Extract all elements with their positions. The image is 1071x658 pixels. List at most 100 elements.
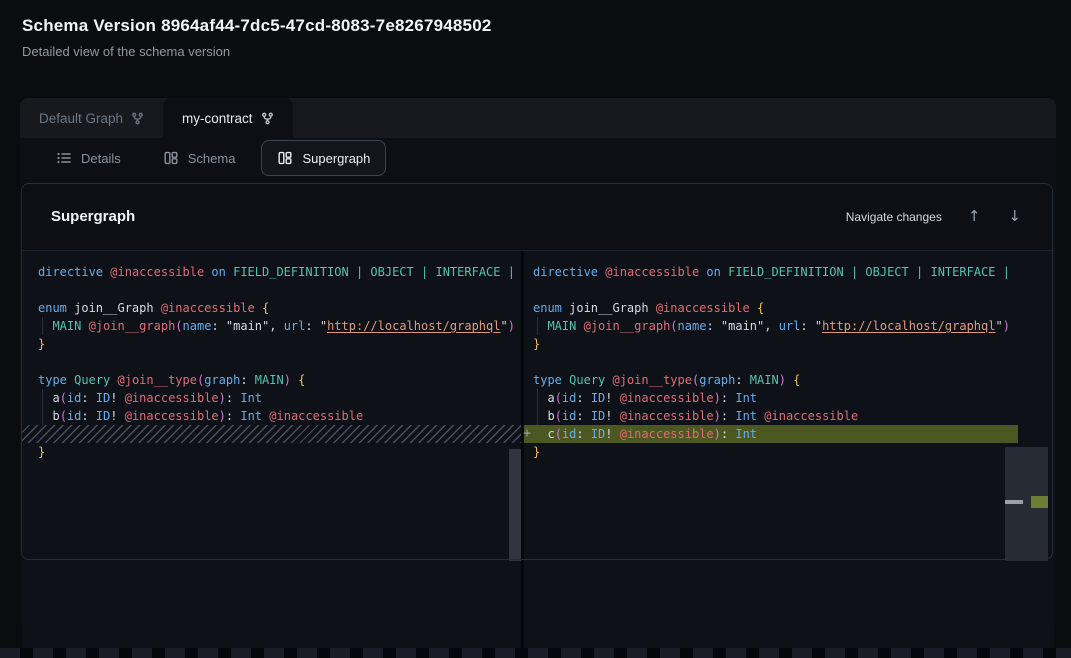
code-token: : [706,319,720,333]
code-token: type [38,373,67,387]
code-token: @inaccessible [620,409,714,423]
code-token: : [576,391,590,405]
code-token [81,319,88,333]
branch-icon [131,112,144,125]
list-icon [56,150,72,166]
minimap[interactable] [1005,251,1048,658]
code-line: type Query @join__type(graph: MAIN) { [524,371,1053,389]
code-line: } [22,443,521,461]
code-token: "main" [721,319,764,333]
code-link[interactable]: http://localhost/graphql [822,319,995,333]
code-token: @inaccessible [656,301,750,315]
code-token: INTERFACE [435,265,500,279]
subtab-label: Schema [188,151,236,166]
code-token: ID [591,427,605,441]
page-title: Schema Version 8964af44-7dc5-47cd-8083-7… [22,16,492,36]
code-token: MAIN [255,373,284,387]
scrollbar-thumb[interactable] [509,449,521,561]
code-line: enum join__Graph @inaccessible { [22,299,521,317]
code-token: OBJECT [865,265,908,279]
code-token: } [533,337,540,351]
tab-label: my-contract [182,111,253,126]
code-token: @join__type [118,373,197,387]
tab-my-contract[interactable]: my-contract [163,98,293,138]
code-token: " [995,319,1002,333]
code-token: @join__graph [584,319,671,333]
code-token: directive [38,265,103,279]
code-token: : [240,373,254,387]
code-token: FIELD_DEFINITION [233,265,349,279]
code-token: : [211,319,225,333]
code-token: ! [605,391,619,405]
code-token: @inaccessible [125,391,219,405]
code-token: directive [533,265,598,279]
code-token: @inaccessible [161,301,255,315]
code-token: : [81,391,95,405]
code-token: " [320,319,327,333]
minimap-cursor-marker [1005,500,1023,504]
navigate-changes: Navigate changes ↑ ↓ [846,207,1023,226]
navigate-previous-button[interactable]: ↑ [966,207,983,226]
subtab-details[interactable]: Details [40,140,137,176]
code-token: : [800,319,814,333]
code-token: join__Graph [67,301,161,315]
code-token: MAIN [750,373,779,387]
code-link[interactable]: http://localhost/graphql [327,319,500,333]
subtab-label: Supergraph [302,151,370,166]
code-line: } [524,443,1053,461]
code-token [750,301,757,315]
schema-version-page: Schema Version 8964af44-7dc5-47cd-8083-7… [0,0,1071,658]
code-token [110,373,117,387]
subtab-schema[interactable]: Schema [147,140,252,176]
code-token: graph [204,373,240,387]
code-token: @inaccessible [605,265,699,279]
code-token: ! [110,391,124,405]
code-token: ( [60,409,67,423]
subtab-supergraph[interactable]: Supergraph [261,140,386,176]
code-token: @inaccessible [620,427,714,441]
code-token: id [562,409,576,423]
code-token: : [226,391,240,405]
code-token: id [67,391,81,405]
navigate-next-button[interactable]: ↓ [1006,207,1023,226]
bottom-dashed-strip [0,648,1071,658]
code-token: FIELD_DEFINITION [728,265,844,279]
code-token: graph [699,373,735,387]
diff-pane-modified: directive @inaccessible on FIELD_DEFINIT… [524,251,1053,658]
code-line [22,353,521,371]
arrow-up-icon: ↑ [968,207,981,225]
code-token: Int [735,427,757,441]
tab-label: Default Graph [39,111,123,126]
code-token: { [793,373,800,387]
code-token: Int [735,391,757,405]
code-token [38,319,52,333]
code-token: : [81,409,95,423]
code-token: ) [219,409,226,423]
code-token: ID [96,409,110,423]
left-scrollbar[interactable] [509,251,521,658]
code-line: MAIN @join__graph(name: "main", url: "ht… [22,317,521,335]
code-token: @inaccessible [269,409,363,423]
code-token: : [576,427,590,441]
code-token: { [298,373,305,387]
minimap-added-marker [1031,496,1048,508]
code-token: ( [555,427,562,441]
code-token: @inaccessible [764,409,858,423]
code-token: , [269,319,283,333]
code-token: ( [60,391,67,405]
code-line: directive @inaccessible on FIELD_DEFINIT… [22,263,521,281]
schema-version-card: Default Graph my-contract [20,98,1056,628]
branch-icon [261,112,274,125]
code-token: " [815,319,822,333]
code-token: ( [555,391,562,405]
code-token: ) [714,409,721,423]
code-token: Query [74,373,110,387]
code-token: ) [714,391,721,405]
code-token: ( [670,319,677,333]
code-token: ID [96,391,110,405]
code-token: on [211,265,225,279]
code-token: : [721,409,735,423]
code-line [22,281,521,299]
tab-default-graph[interactable]: Default Graph [20,98,163,138]
code-token [844,265,851,279]
